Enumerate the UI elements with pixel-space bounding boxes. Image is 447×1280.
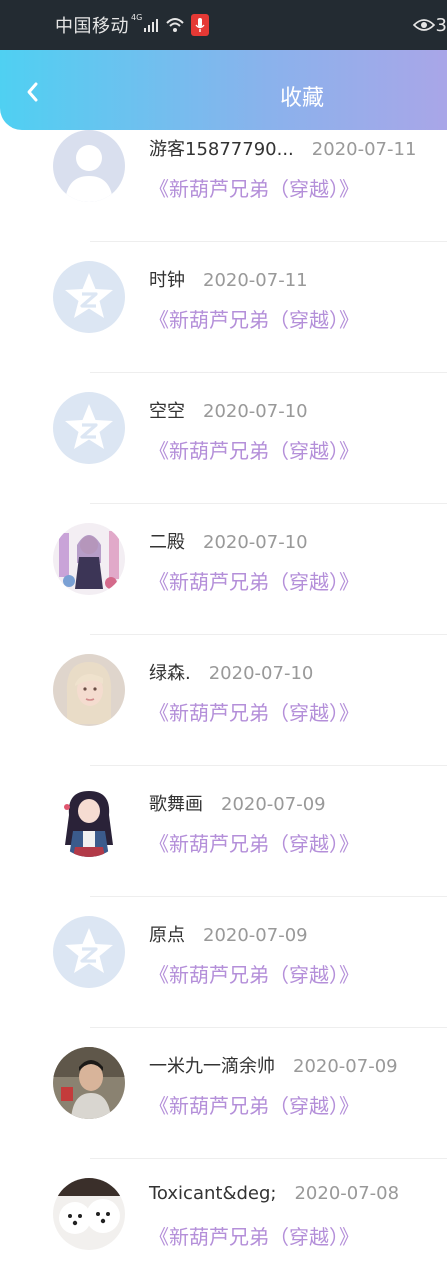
- favorite-date: 2020-07-10: [203, 532, 308, 553]
- item-header: 绿森. 2020-07-10: [149, 659, 313, 685]
- book-title-link[interactable]: 《新葫芦兄弟（穿越）》: [149, 828, 359, 857]
- favorite-date: 2020-07-09: [293, 1056, 398, 1077]
- anime-photo-avatar[interactable]: [53, 523, 125, 595]
- favorite-list-item[interactable]: 歌舞画 2020-07-09 《新葫芦兄弟（穿越）》: [0, 766, 447, 897]
- back-button[interactable]: [14, 74, 50, 110]
- favorite-date: 2020-07-11: [203, 270, 308, 291]
- status-right: 3: [412, 12, 447, 38]
- favorites-list[interactable]: 游客15877790... 2020-07-11 《新葫芦兄弟（穿越）》 时钟 2020…: [0, 130, 447, 1280]
- page-title: 收藏: [280, 86, 325, 111]
- book-title-link[interactable]: 《新葫芦兄弟（穿越）》: [149, 173, 359, 202]
- microphone-icon: [191, 14, 210, 36]
- book-title-link[interactable]: 《新葫芦兄弟（穿越）》: [149, 1221, 359, 1250]
- book-title-link[interactable]: 《新葫芦兄弟（穿越）》: [149, 1090, 359, 1119]
- person-photo-avatar[interactable]: [53, 1047, 125, 1119]
- username: Toxicant&deg;: [149, 1183, 277, 1204]
- qq-star-avatar[interactable]: [53, 916, 125, 988]
- favorite-date: 2020-07-09: [203, 925, 308, 946]
- default-person-avatar[interactable]: [53, 130, 125, 202]
- item-header: 歌舞画 2020-07-09: [149, 790, 326, 816]
- favorite-list-item[interactable]: 二殿 2020-07-10 《新葫芦兄弟（穿越）》: [0, 504, 447, 635]
- item-header: 二殿 2020-07-10: [149, 528, 308, 554]
- book-title-link[interactable]: 《新葫芦兄弟（穿越）》: [149, 304, 359, 333]
- item-header: 一米九一滴余帅 2020-07-09: [149, 1052, 398, 1078]
- portrait-photo-avatar[interactable]: [53, 654, 125, 726]
- item-header: 游客15877790... 2020-07-11: [149, 135, 416, 161]
- favorite-date: 2020-07-09: [221, 794, 326, 815]
- username: 一米九一滴余帅: [149, 1056, 275, 1077]
- username: 游客15877790...: [149, 139, 294, 160]
- username: 原点: [149, 925, 185, 946]
- book-title-link[interactable]: 《新葫芦兄弟（穿越）》: [149, 697, 359, 726]
- username: 二殿: [149, 532, 185, 553]
- favorite-date: 2020-07-11: [311, 139, 417, 160]
- status-left: 中国移动 4G: [55, 12, 210, 38]
- anime-girl-avatar[interactable]: [53, 785, 125, 857]
- item-header: 空空 2020-07-10: [149, 397, 308, 423]
- favorite-date: 2020-07-08: [294, 1183, 400, 1204]
- header-bar: 收藏: [0, 50, 447, 130]
- item-header: Toxicant&deg; 2020-07-08: [149, 1183, 399, 1204]
- username: 歌舞画: [149, 794, 203, 815]
- favorite-list-item[interactable]: 游客15877790... 2020-07-11 《新葫芦兄弟（穿越）》: [0, 130, 447, 242]
- qq-star-avatar[interactable]: [53, 261, 125, 333]
- book-title-link[interactable]: 《新葫芦兄弟（穿越）》: [149, 566, 359, 595]
- favorite-list-item[interactable]: 绿森. 2020-07-10 《新葫芦兄弟（穿越）》: [0, 635, 447, 766]
- item-header: 时钟 2020-07-11: [149, 266, 308, 292]
- username: 时钟: [149, 270, 185, 291]
- qq-star-avatar[interactable]: [53, 392, 125, 464]
- username: 空空: [149, 401, 185, 422]
- page: 中国移动 4G 3 收藏 游客15877790... 2020-07-11 《新…: [0, 0, 447, 1280]
- favorite-list-item[interactable]: 原点 2020-07-09 《新葫芦兄弟（穿越）》: [0, 897, 447, 1028]
- carrier-name: 中国移动: [55, 16, 129, 37]
- status-bar: 中国移动 4G 3: [0, 0, 447, 50]
- favorite-list-item[interactable]: 时钟 2020-07-11 《新葫芦兄弟（穿越）》: [0, 242, 447, 373]
- username: 绿森.: [149, 663, 191, 684]
- favorite-list-item[interactable]: 空空 2020-07-10 《新葫芦兄弟（穿越）》: [0, 373, 447, 504]
- chevron-left-icon: [27, 82, 38, 102]
- wifi-icon: [166, 18, 185, 32]
- book-title-link[interactable]: 《新葫芦兄弟（穿越）》: [149, 959, 359, 988]
- status-right-text: 3: [435, 14, 447, 36]
- signal-icon: [144, 19, 159, 32]
- item-header: 原点 2020-07-09: [149, 921, 308, 947]
- network-type: 4G: [131, 13, 143, 22]
- dog-photo-avatar[interactable]: [53, 1178, 125, 1250]
- book-title-link[interactable]: 《新葫芦兄弟（穿越）》: [149, 435, 359, 464]
- favorite-date: 2020-07-10: [203, 401, 308, 422]
- favorite-list-item[interactable]: 一米九一滴余帅 2020-07-09 《新葫芦兄弟（穿越）》: [0, 1028, 447, 1159]
- eye-icon: [412, 19, 435, 31]
- favorite-date: 2020-07-10: [208, 663, 314, 684]
- favorite-list-item[interactable]: Toxicant&deg; 2020-07-08 《新葫芦兄弟（穿越）》: [0, 1159, 447, 1280]
